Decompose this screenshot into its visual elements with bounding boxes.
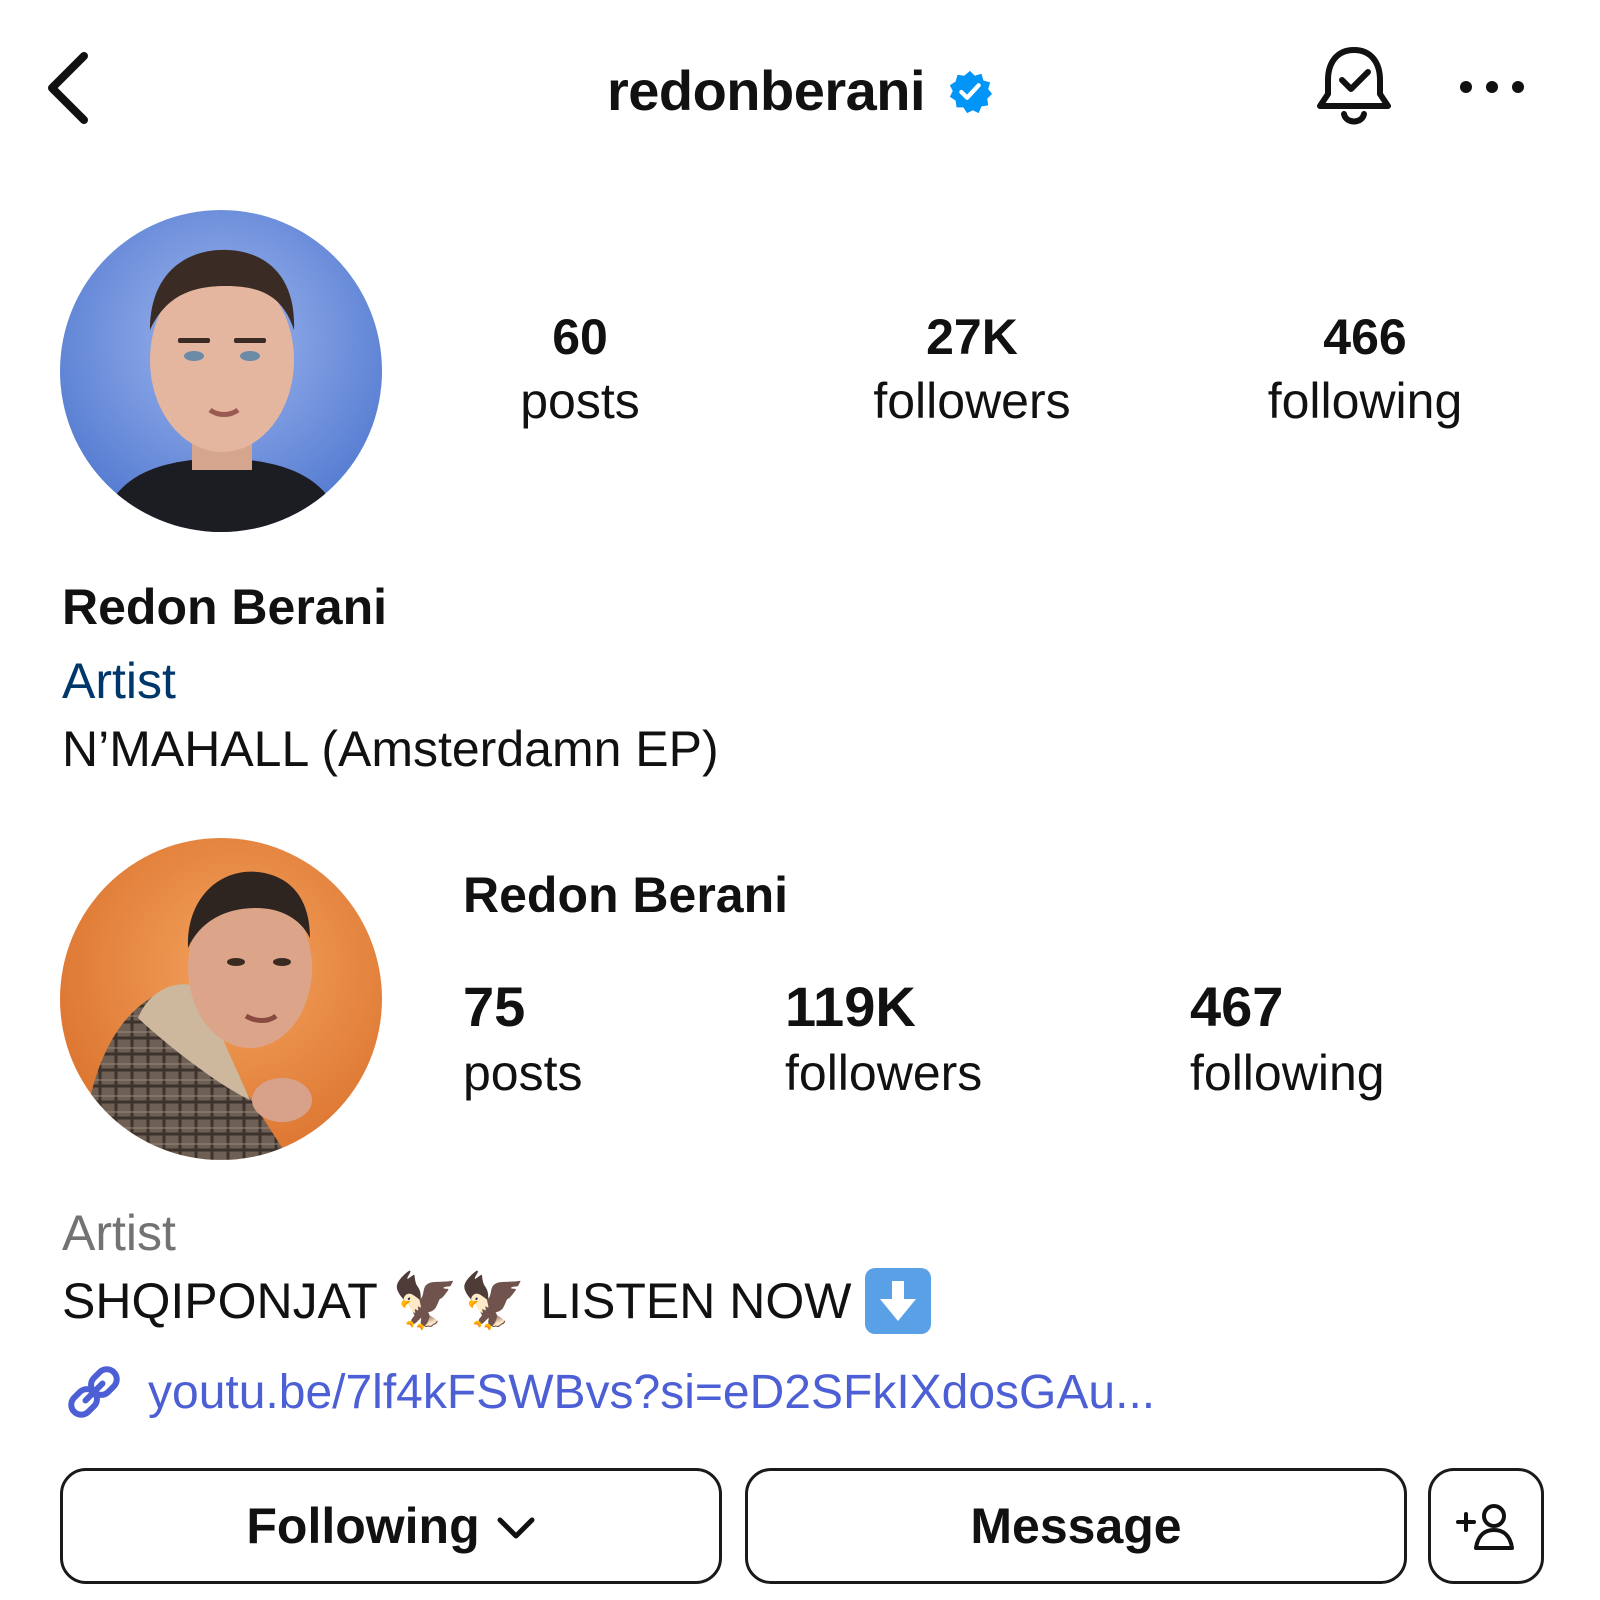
chevron-down-icon xyxy=(497,1517,535,1539)
message-button[interactable]: Message xyxy=(745,1468,1407,1584)
stat-followers[interactable]: 27K followers xyxy=(812,306,1132,434)
stat-posts-count: 60 xyxy=(552,309,608,365)
stat-following-count: 466 xyxy=(1323,309,1407,365)
profile-category[interactable]: Artist xyxy=(62,652,176,710)
bio-text-listen-now: LISTEN NOW xyxy=(540,1273,852,1329)
verified-badge-icon xyxy=(949,70,993,114)
following-button-label: Following xyxy=(246,1498,480,1554)
embedded-stat-followers-label: followers xyxy=(785,1045,983,1101)
stat-following[interactable]: 466 following xyxy=(1205,306,1525,434)
profile-name: Redon Berani xyxy=(62,579,388,635)
bell-check-icon[interactable] xyxy=(1312,42,1396,134)
stat-posts[interactable]: 60 posts xyxy=(420,306,740,434)
bio-link[interactable]: youtu.be/7lf4kFSWBvs?si=eD2SFkIXdosGAu..… xyxy=(62,1360,1155,1424)
stat-followers-label: followers xyxy=(873,373,1071,429)
embedded-stat-posts-count: 75 xyxy=(463,975,526,1038)
add-user-button[interactable] xyxy=(1428,1468,1544,1584)
embedded-profile-category: Artist xyxy=(62,1205,176,1261)
more-horizontal-icon[interactable] xyxy=(1458,72,1526,102)
embedded-profile-avatar[interactable] xyxy=(60,838,382,1160)
profile-bio: N’MAHALL (Amsterdamn EP) xyxy=(62,721,719,777)
embedded-stat-following-count: 467 xyxy=(1190,975,1284,1038)
embedded-profile-bio: SHQIPONJAT 🦅🦅 LISTEN NOW xyxy=(62,1268,932,1334)
embedded-stat-following-label: following xyxy=(1190,1045,1385,1101)
embedded-stat-followers[interactable]: 119K followers xyxy=(785,974,982,1106)
following-button[interactable]: Following xyxy=(60,1468,722,1584)
embedded-stat-posts-label: posts xyxy=(463,1045,583,1101)
eagle-emoji-icon: 🦅🦅 xyxy=(391,1269,527,1332)
stat-followers-count: 27K xyxy=(926,309,1018,365)
message-button-label: Message xyxy=(970,1498,1182,1554)
username-title: redonberani xyxy=(606,58,926,122)
stat-following-label: following xyxy=(1267,373,1463,429)
embedded-stat-followers-count: 119K xyxy=(785,975,916,1038)
stat-posts-label: posts xyxy=(520,373,640,429)
bio-text-shqiponjat: SHQIPONJAT xyxy=(62,1273,378,1329)
bio-link-text[interactable]: youtu.be/7lf4kFSWBvs?si=eD2SFkIXdosGAu..… xyxy=(148,1365,1155,1420)
embedded-stat-following[interactable]: 467 following xyxy=(1190,974,1385,1106)
embedded-profile-name: Redon Berani xyxy=(463,867,789,923)
link-icon xyxy=(68,1366,120,1418)
down-arrow-emoji-icon xyxy=(865,1268,932,1334)
add-user-icon xyxy=(1456,1504,1514,1550)
embedded-stat-posts[interactable]: 75 posts xyxy=(463,974,583,1106)
profile-avatar[interactable] xyxy=(60,210,382,532)
